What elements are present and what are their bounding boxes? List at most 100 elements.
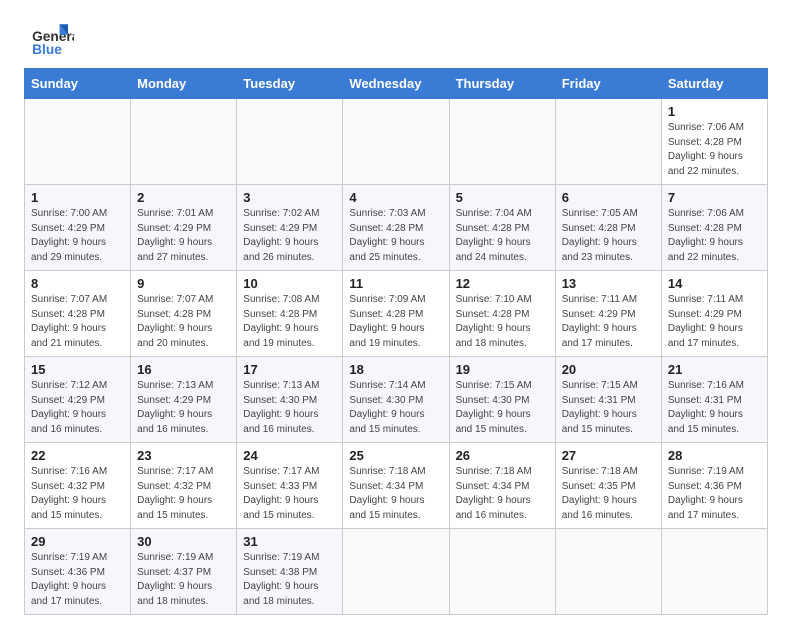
calendar-week-row: 1 Sunrise: 7:06 AMSunset: 4:28 PMDayligh… (25, 99, 768, 185)
calendar-day-cell: 26 Sunrise: 7:18 AMSunset: 4:34 PMDaylig… (449, 443, 555, 529)
calendar-day-cell: 1 Sunrise: 7:06 AMSunset: 4:28 PMDayligh… (661, 99, 767, 185)
day-info: Sunrise: 7:17 AMSunset: 4:33 PMDaylight:… (243, 466, 319, 521)
logo: General Blue (24, 20, 74, 58)
calendar-week-row: 1 Sunrise: 7:00 AMSunset: 4:29 PMDayligh… (25, 185, 768, 271)
calendar-day-cell: 25 Sunrise: 7:18 AMSunset: 4:34 PMDaylig… (343, 443, 449, 529)
calendar-body: 1 Sunrise: 7:06 AMSunset: 4:28 PMDayligh… (25, 99, 768, 615)
day-info: Sunrise: 7:13 AMSunset: 4:30 PMDaylight:… (243, 380, 319, 435)
calendar-day-cell: 18 Sunrise: 7:14 AMSunset: 4:30 PMDaylig… (343, 357, 449, 443)
calendar-day-cell: 30 Sunrise: 7:19 AMSunset: 4:37 PMDaylig… (131, 529, 237, 615)
day-info: Sunrise: 7:10 AMSunset: 4:28 PMDaylight:… (456, 294, 532, 349)
day-info: Sunrise: 7:11 AMSunset: 4:29 PMDaylight:… (562, 294, 637, 349)
day-number: 8 (31, 276, 124, 291)
day-info: Sunrise: 7:05 AMSunset: 4:28 PMDaylight:… (562, 208, 638, 263)
weekday-header-cell: Wednesday (343, 69, 449, 99)
calendar-day-cell (449, 529, 555, 615)
day-number: 23 (137, 448, 230, 463)
calendar-day-cell (449, 99, 555, 185)
calendar-day-cell: 15 Sunrise: 7:12 AMSunset: 4:29 PMDaylig… (25, 357, 131, 443)
calendar-week-row: 8 Sunrise: 7:07 AMSunset: 4:28 PMDayligh… (25, 271, 768, 357)
day-number: 6 (562, 190, 655, 205)
calendar-day-cell: 17 Sunrise: 7:13 AMSunset: 4:30 PMDaylig… (237, 357, 343, 443)
day-number: 20 (562, 362, 655, 377)
day-info: Sunrise: 7:11 AMSunset: 4:29 PMDaylight:… (668, 294, 743, 349)
logo-icon: General Blue (24, 20, 74, 58)
calendar-day-cell (343, 529, 449, 615)
weekday-header-cell: Friday (555, 69, 661, 99)
calendar-day-cell: 24 Sunrise: 7:17 AMSunset: 4:33 PMDaylig… (237, 443, 343, 529)
calendar-table: SundayMondayTuesdayWednesdayThursdayFrid… (24, 68, 768, 615)
calendar-day-cell: 3 Sunrise: 7:02 AMSunset: 4:29 PMDayligh… (237, 185, 343, 271)
day-info: Sunrise: 7:16 AMSunset: 4:31 PMDaylight:… (668, 380, 744, 435)
day-info: Sunrise: 7:13 AMSunset: 4:29 PMDaylight:… (137, 380, 213, 435)
weekday-header-cell: Thursday (449, 69, 555, 99)
calendar-day-cell: 2 Sunrise: 7:01 AMSunset: 4:29 PMDayligh… (131, 185, 237, 271)
calendar-day-cell: 19 Sunrise: 7:15 AMSunset: 4:30 PMDaylig… (449, 357, 555, 443)
calendar-day-cell (661, 529, 767, 615)
day-info: Sunrise: 7:19 AMSunset: 4:36 PMDaylight:… (668, 466, 744, 521)
day-number: 4 (349, 190, 442, 205)
day-number: 28 (668, 448, 761, 463)
day-number: 22 (31, 448, 124, 463)
calendar-day-cell: 10 Sunrise: 7:08 AMSunset: 4:28 PMDaylig… (237, 271, 343, 357)
day-number: 16 (137, 362, 230, 377)
day-number: 9 (137, 276, 230, 291)
day-info: Sunrise: 7:07 AMSunset: 4:28 PMDaylight:… (31, 294, 107, 349)
day-number: 30 (137, 534, 230, 549)
svg-text:Blue: Blue (32, 42, 62, 57)
calendar-day-cell: 27 Sunrise: 7:18 AMSunset: 4:35 PMDaylig… (555, 443, 661, 529)
day-number: 29 (31, 534, 124, 549)
day-info: Sunrise: 7:19 AMSunset: 4:37 PMDaylight:… (137, 552, 213, 607)
day-number: 5 (456, 190, 549, 205)
calendar-day-cell: 13 Sunrise: 7:11 AMSunset: 4:29 PMDaylig… (555, 271, 661, 357)
calendar-day-cell: 14 Sunrise: 7:11 AMSunset: 4:29 PMDaylig… (661, 271, 767, 357)
day-number: 1 (668, 104, 761, 119)
day-info: Sunrise: 7:19 AMSunset: 4:38 PMDaylight:… (243, 552, 319, 607)
day-info: Sunrise: 7:06 AMSunset: 4:28 PMDaylight:… (668, 122, 744, 177)
day-info: Sunrise: 7:12 AMSunset: 4:29 PMDaylight:… (31, 380, 107, 435)
calendar-day-cell: 28 Sunrise: 7:19 AMSunset: 4:36 PMDaylig… (661, 443, 767, 529)
calendar-week-row: 22 Sunrise: 7:16 AMSunset: 4:32 PMDaylig… (25, 443, 768, 529)
calendar-day-cell (555, 529, 661, 615)
header: General Blue (24, 20, 768, 58)
day-number: 12 (456, 276, 549, 291)
day-info: Sunrise: 7:17 AMSunset: 4:32 PMDaylight:… (137, 466, 213, 521)
day-info: Sunrise: 7:01 AMSunset: 4:29 PMDaylight:… (137, 208, 213, 263)
calendar-day-cell: 7 Sunrise: 7:06 AMSunset: 4:28 PMDayligh… (661, 185, 767, 271)
day-number: 19 (456, 362, 549, 377)
day-info: Sunrise: 7:15 AMSunset: 4:31 PMDaylight:… (562, 380, 638, 435)
day-info: Sunrise: 7:19 AMSunset: 4:36 PMDaylight:… (31, 552, 107, 607)
day-number: 10 (243, 276, 336, 291)
day-info: Sunrise: 7:06 AMSunset: 4:28 PMDaylight:… (668, 208, 744, 263)
calendar-week-row: 29 Sunrise: 7:19 AMSunset: 4:36 PMDaylig… (25, 529, 768, 615)
calendar-day-cell (343, 99, 449, 185)
day-number: 25 (349, 448, 442, 463)
calendar-day-cell: 31 Sunrise: 7:19 AMSunset: 4:38 PMDaylig… (237, 529, 343, 615)
day-info: Sunrise: 7:03 AMSunset: 4:28 PMDaylight:… (349, 208, 425, 263)
day-number: 3 (243, 190, 336, 205)
day-number: 31 (243, 534, 336, 549)
weekday-header-row: SundayMondayTuesdayWednesdayThursdayFrid… (25, 69, 768, 99)
calendar-day-cell: 11 Sunrise: 7:09 AMSunset: 4:28 PMDaylig… (343, 271, 449, 357)
day-info: Sunrise: 7:00 AMSunset: 4:29 PMDaylight:… (31, 208, 107, 263)
calendar-day-cell (555, 99, 661, 185)
calendar-day-cell: 20 Sunrise: 7:15 AMSunset: 4:31 PMDaylig… (555, 357, 661, 443)
calendar-day-cell: 21 Sunrise: 7:16 AMSunset: 4:31 PMDaylig… (661, 357, 767, 443)
calendar-day-cell (25, 99, 131, 185)
day-number: 21 (668, 362, 761, 377)
day-info: Sunrise: 7:04 AMSunset: 4:28 PMDaylight:… (456, 208, 532, 263)
day-info: Sunrise: 7:15 AMSunset: 4:30 PMDaylight:… (456, 380, 532, 435)
calendar-day-cell: 22 Sunrise: 7:16 AMSunset: 4:32 PMDaylig… (25, 443, 131, 529)
calendar-day-cell: 6 Sunrise: 7:05 AMSunset: 4:28 PMDayligh… (555, 185, 661, 271)
day-info: Sunrise: 7:16 AMSunset: 4:32 PMDaylight:… (31, 466, 107, 521)
weekday-header-cell: Saturday (661, 69, 767, 99)
calendar-day-cell: 9 Sunrise: 7:07 AMSunset: 4:28 PMDayligh… (131, 271, 237, 357)
day-number: 13 (562, 276, 655, 291)
calendar-day-cell: 5 Sunrise: 7:04 AMSunset: 4:28 PMDayligh… (449, 185, 555, 271)
calendar-day-cell: 12 Sunrise: 7:10 AMSunset: 4:28 PMDaylig… (449, 271, 555, 357)
calendar-day-cell: 29 Sunrise: 7:19 AMSunset: 4:36 PMDaylig… (25, 529, 131, 615)
calendar-week-row: 15 Sunrise: 7:12 AMSunset: 4:29 PMDaylig… (25, 357, 768, 443)
day-number: 15 (31, 362, 124, 377)
day-info: Sunrise: 7:18 AMSunset: 4:34 PMDaylight:… (349, 466, 425, 521)
day-info: Sunrise: 7:02 AMSunset: 4:29 PMDaylight:… (243, 208, 319, 263)
